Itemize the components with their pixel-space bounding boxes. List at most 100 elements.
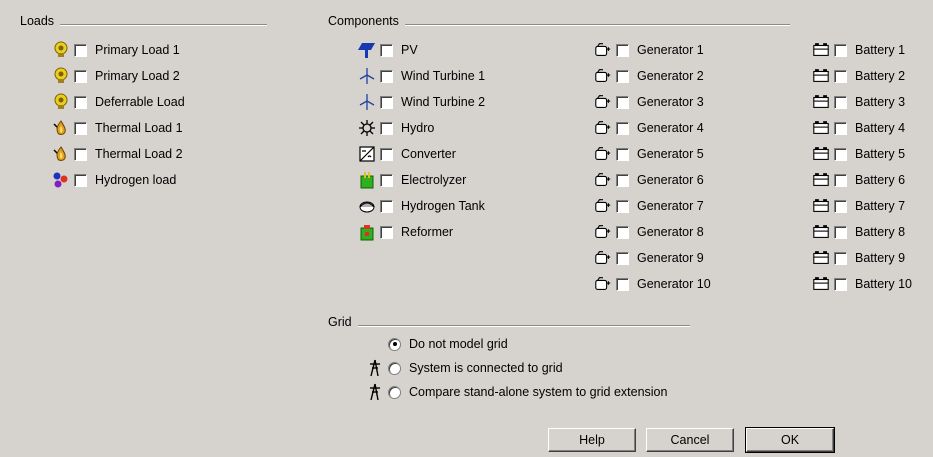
grid-option[interactable]: Do not model grid [366, 334, 508, 354]
component-item[interactable]: PV [358, 40, 418, 60]
checkbox[interactable] [834, 173, 847, 187]
radio-button[interactable] [388, 361, 401, 375]
checkbox[interactable] [616, 43, 629, 57]
checkbox[interactable] [74, 121, 87, 135]
battery-item[interactable]: Battery 1 [812, 40, 905, 60]
component-item[interactable]: Hydro [358, 118, 434, 138]
battery-item[interactable]: Battery 2 [812, 66, 905, 86]
checkbox[interactable] [616, 147, 629, 161]
battery-icon [812, 93, 830, 111]
generator-item[interactable]: Generator 7 [594, 196, 704, 216]
row-label: PV [401, 43, 418, 57]
row-label: Electrolyzer [401, 173, 467, 187]
checkbox[interactable] [380, 173, 393, 187]
checkbox[interactable] [380, 147, 393, 161]
row-label: Generator 7 [637, 199, 704, 213]
battery-icon [812, 119, 830, 137]
battery-item[interactable]: Battery 3 [812, 92, 905, 112]
bulb-icon [52, 67, 70, 85]
grid-divider [330, 325, 690, 327]
radio-button[interactable] [388, 385, 401, 399]
generator-item[interactable]: Generator 3 [594, 92, 704, 112]
checkbox[interactable] [74, 147, 87, 161]
generator-item[interactable]: Generator 6 [594, 170, 704, 190]
checkbox[interactable] [616, 69, 629, 83]
load-item[interactable]: Thermal Load 1 [52, 118, 183, 138]
component-item[interactable]: Electrolyzer [358, 170, 466, 190]
generator-item[interactable]: Generator 9 [594, 248, 704, 268]
radio-button[interactable] [388, 337, 401, 351]
ok-button[interactable]: OK [745, 427, 835, 453]
checkbox[interactable] [74, 43, 87, 57]
checkbox[interactable] [74, 173, 87, 187]
component-item[interactable]: Wind Turbine 2 [358, 92, 485, 112]
battery-item[interactable]: Battery 9 [812, 248, 905, 268]
cancel-button[interactable]: Cancel [646, 428, 734, 452]
component-item[interactable]: Converter [358, 144, 456, 164]
checkbox[interactable] [616, 225, 629, 239]
checkbox[interactable] [834, 199, 847, 213]
loads-title: Loads [20, 14, 61, 28]
load-item[interactable]: Primary Load 2 [52, 66, 180, 86]
battery-icon [812, 197, 830, 215]
checkbox[interactable] [616, 277, 629, 291]
battery-item[interactable]: Battery 6 [812, 170, 905, 190]
battery-item[interactable]: Battery 8 [812, 222, 905, 242]
checkbox[interactable] [834, 225, 847, 239]
checkbox[interactable] [616, 199, 629, 213]
checkbox[interactable] [616, 121, 629, 135]
row-label: Battery 6 [855, 173, 906, 187]
checkbox[interactable] [834, 121, 847, 135]
battery-item[interactable]: Battery 4 [812, 118, 905, 138]
checkbox[interactable] [616, 173, 629, 187]
checkbox[interactable] [834, 147, 847, 161]
load-item[interactable]: Thermal Load 2 [52, 144, 183, 164]
checkbox[interactable] [74, 95, 87, 109]
battery-icon [812, 249, 830, 267]
component-item[interactable]: Wind Turbine 1 [358, 66, 485, 86]
component-item[interactable]: Hydrogen Tank [358, 196, 485, 216]
checkbox[interactable] [380, 225, 393, 239]
battery-item[interactable]: Battery 5 [812, 144, 905, 164]
component-item[interactable]: Reformer [358, 222, 453, 242]
generator-item[interactable]: Generator 8 [594, 222, 704, 242]
row-label: Battery 3 [855, 95, 906, 109]
checkbox[interactable] [74, 69, 87, 83]
checkbox[interactable] [616, 95, 629, 109]
checkbox[interactable] [380, 95, 393, 109]
generator-icon [594, 275, 612, 293]
electrolyzer-icon [358, 171, 376, 189]
grid-option[interactable]: Compare stand-alone system to grid exten… [366, 382, 667, 402]
row-label: Generator 6 [637, 173, 704, 187]
checkbox[interactable] [834, 251, 847, 265]
help-button[interactable]: Help [548, 428, 636, 452]
checkbox[interactable] [834, 277, 847, 291]
generator-item[interactable]: Generator 1 [594, 40, 704, 60]
battery-item[interactable]: Battery 10 [812, 274, 912, 294]
generator-item[interactable]: Generator 4 [594, 118, 704, 138]
checkbox[interactable] [616, 251, 629, 265]
load-item[interactable]: Hydrogen load [52, 170, 176, 190]
generator-item[interactable]: Generator 2 [594, 66, 704, 86]
load-item[interactable]: Deferrable Load [52, 92, 185, 112]
checkbox[interactable] [380, 121, 393, 135]
generator-item[interactable]: Generator 5 [594, 144, 704, 164]
molecule-icon [52, 171, 70, 189]
checkbox[interactable] [834, 43, 847, 57]
generator-item[interactable]: Generator 10 [594, 274, 711, 294]
grid-title: Grid [328, 315, 358, 329]
grid-option[interactable]: System is connected to grid [366, 358, 563, 378]
checkbox[interactable] [834, 95, 847, 109]
load-item[interactable]: Primary Load 1 [52, 40, 180, 60]
row-label: Battery 8 [855, 225, 906, 239]
row-label: Generator 2 [637, 69, 704, 83]
solar-panel-icon [358, 41, 376, 59]
checkbox[interactable] [834, 69, 847, 83]
checkbox[interactable] [380, 43, 393, 57]
checkbox[interactable] [380, 69, 393, 83]
checkbox[interactable] [380, 199, 393, 213]
row-label: Hydro [401, 121, 435, 135]
components-title: Components [328, 14, 405, 28]
flame-icon [52, 119, 70, 137]
battery-item[interactable]: Battery 7 [812, 196, 905, 216]
